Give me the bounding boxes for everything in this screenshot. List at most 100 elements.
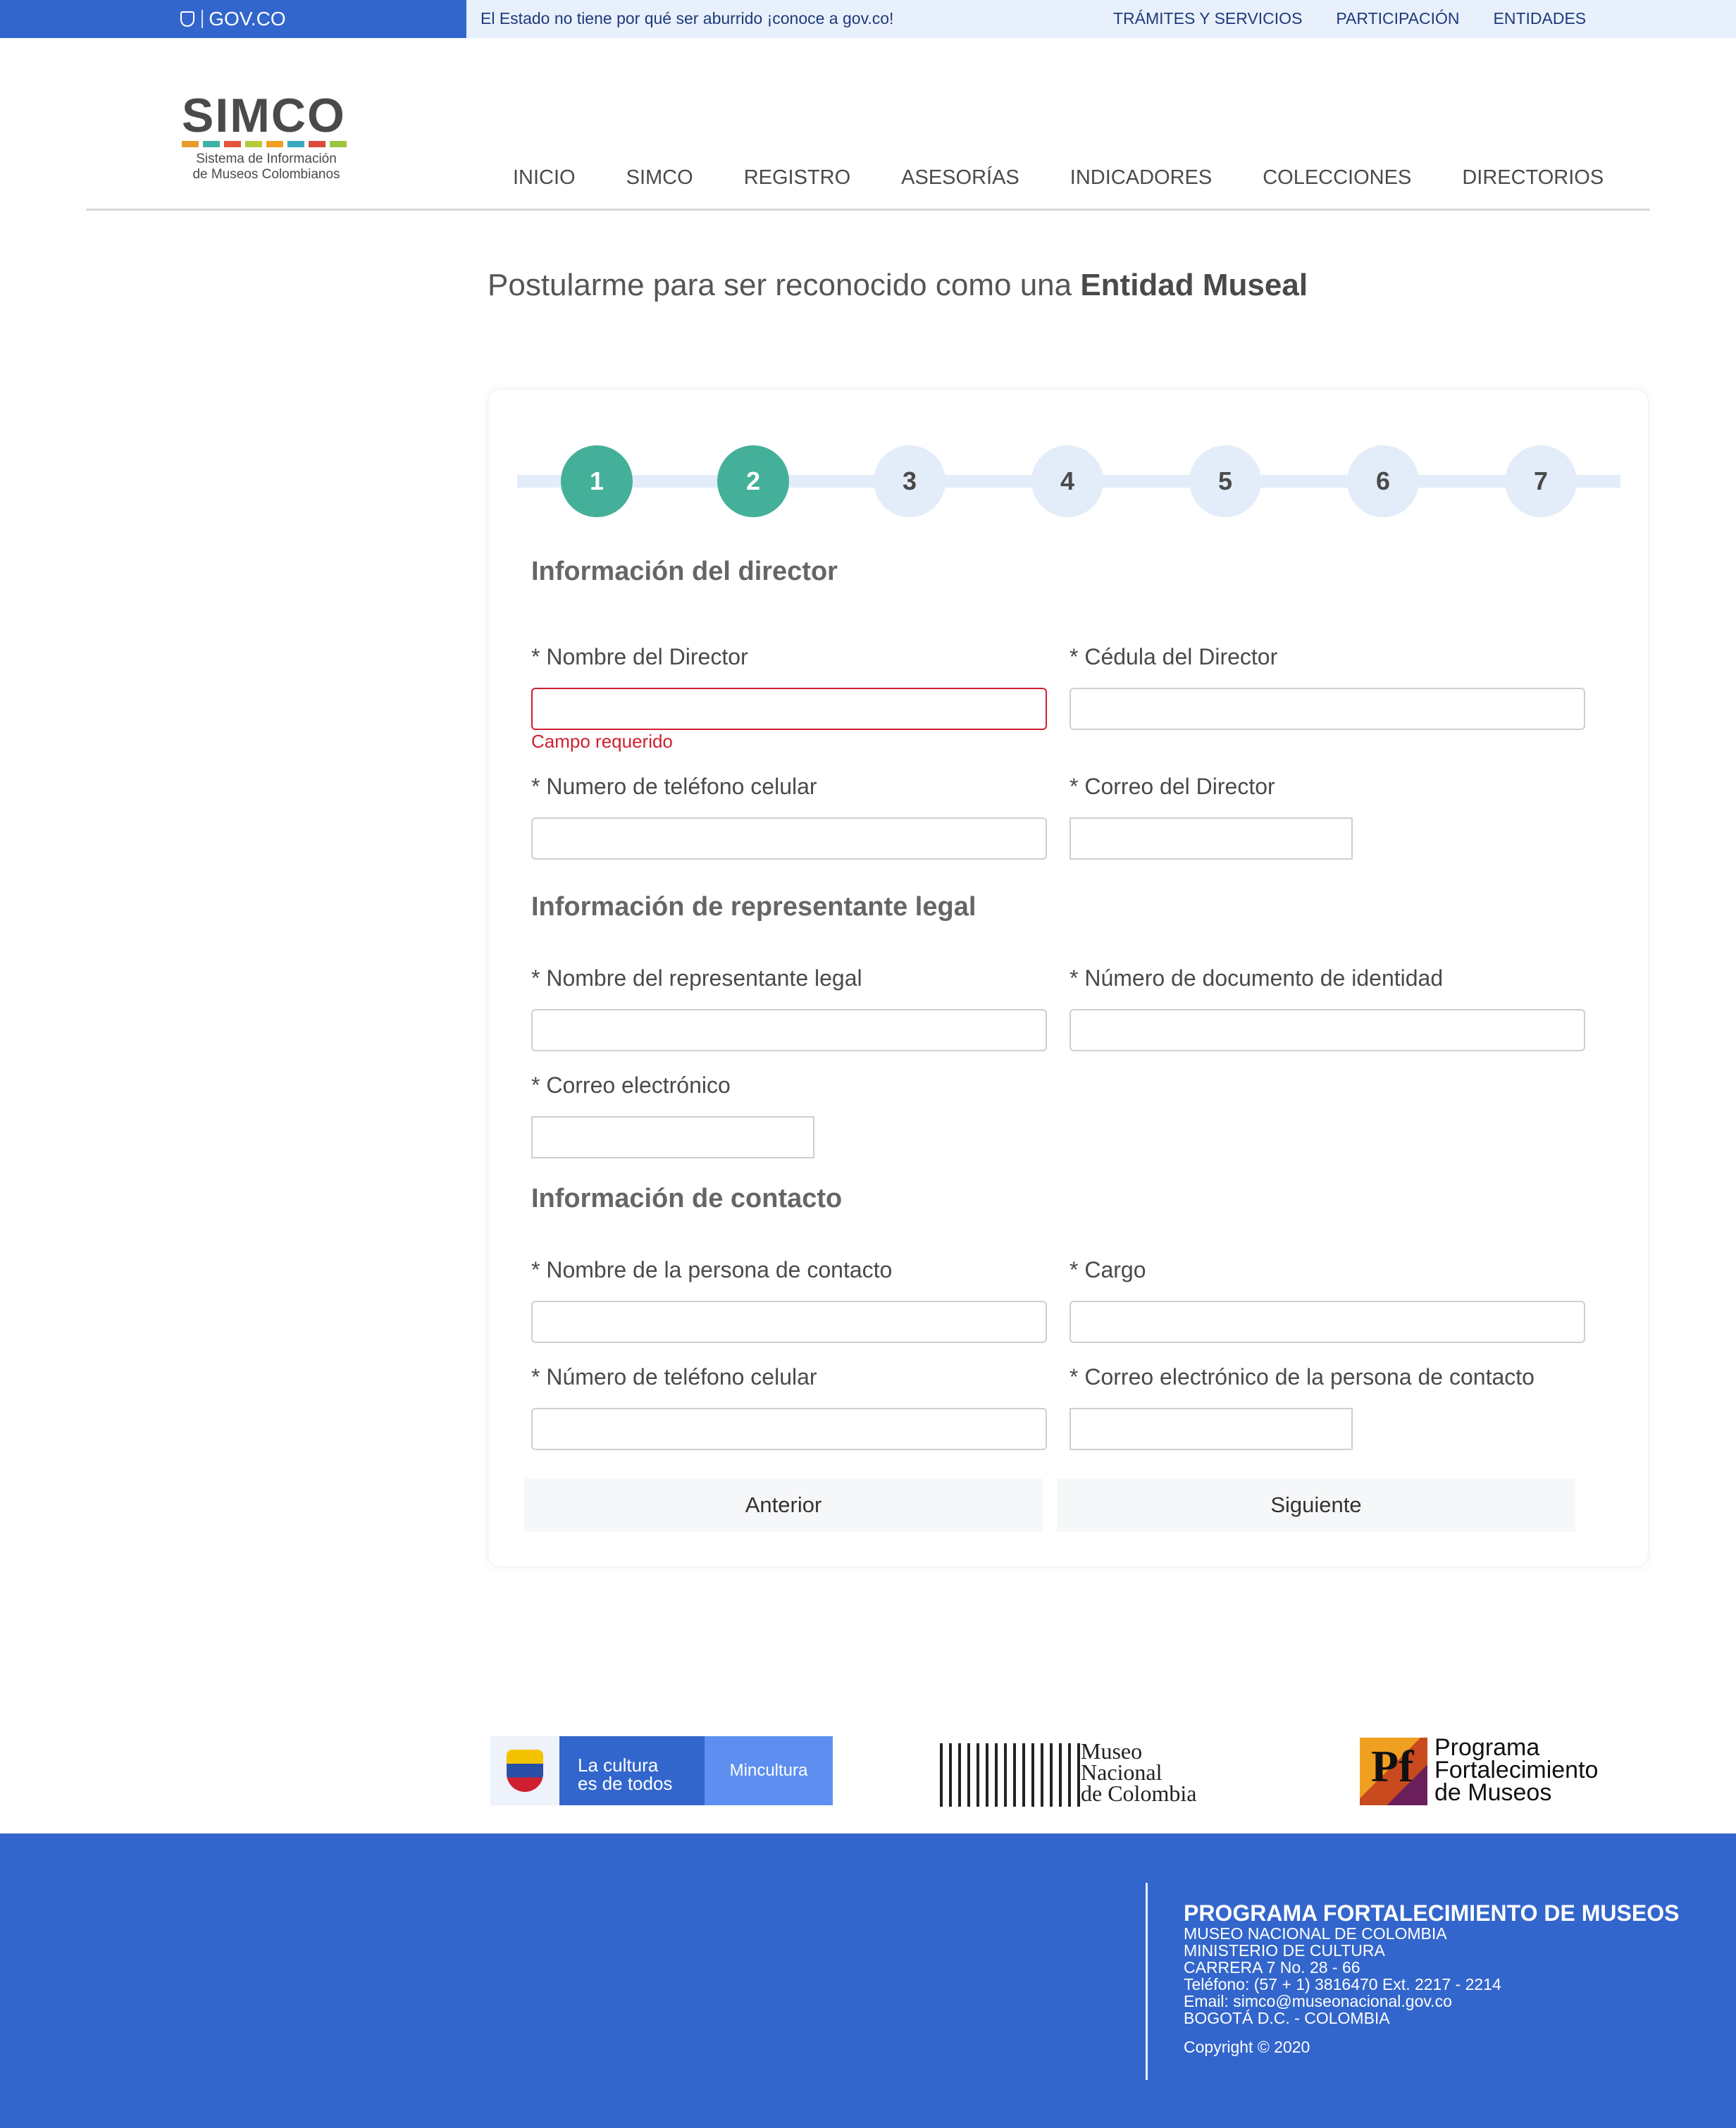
label-contact-email: * Correo electrónico de la persona de co… [1070,1364,1534,1390]
simco-logo-subtitle: Sistema de Información de Museos Colombi… [182,151,351,183]
museo-nacional-text: Museo Nacional de Colombia [1081,1738,1197,1806]
museo-nacional-stripes-icon [940,1743,1081,1807]
page-title-prefix: Postularme para ser reconocido como una [488,268,1081,302]
footer-line: MUSEO NACIONAL DE COLOMBIA [1184,1924,1447,1943]
mincultura-slogan-2: es de todos [578,1773,673,1794]
nav-asesorias[interactable]: ASESORÍAS [901,166,1019,190]
step-5[interactable]: 5 [1189,445,1261,517]
contact-name-input[interactable] [531,1301,1047,1343]
step-3[interactable]: 3 [874,445,946,517]
nav-registro[interactable]: REGISTRO [744,166,850,190]
label-contact-role: * Cargo [1070,1257,1146,1282]
label-director-email: * Correo del Director [1070,774,1275,799]
logo-bar [266,141,283,147]
footer-divider [1146,1883,1148,2080]
museo-nacional-line-2: Nacional [1081,1759,1162,1785]
simco-logo-subtitle-2: de Museos Colombianos [192,167,340,182]
nav-directorios[interactable]: DIRECTORIOS [1462,166,1604,190]
gov-co-logo[interactable]: GOV.CO [0,0,466,38]
simco-logo-word: SIMCO [182,89,346,142]
simco-logo-subtitle-1: Sistema de Información [196,151,337,166]
footer-line: Teléfono: (57 + 1) 3816470 Ext. 2217 - 2… [1184,1975,1501,1993]
label-director-name: * Nombre del Director [531,644,748,669]
logo-bar [224,141,241,147]
header-divider [86,209,1650,211]
director-name-error: Campo requerido [531,731,673,752]
simco-logo[interactable]: SIMCO Sistema de Información de Museos C… [182,92,351,183]
logo-bar [203,141,220,147]
gov-links: TRÁMITES Y SERVICIOS PARTICIPACIÓN ENTID… [1113,9,1586,28]
gov-shield-icon [180,11,195,27]
mincultura-slogan-1: La cultura [578,1755,659,1776]
step-1[interactable]: 1 [561,445,633,517]
step-7[interactable]: 7 [1505,445,1577,517]
footer-line: MINISTERIO DE CULTURA [1184,1941,1385,1960]
next-button[interactable]: Siguiente [1057,1478,1575,1532]
pf-mark-icon: Pf [1360,1738,1427,1805]
museo-nacional-line-1: Museo [1081,1738,1143,1764]
footer-copyright: Copyright © 2020 [1184,2038,1310,2056]
director-email-input[interactable] [1070,817,1353,860]
nav-colecciones[interactable]: COLECCIONES [1263,166,1411,190]
contact-role-input[interactable] [1070,1301,1585,1343]
mincultura-logo[interactable]: La cultura es de todos Mincultura [490,1736,833,1805]
pfm-line-3: de Museos [1434,1779,1552,1806]
step-6[interactable]: 6 [1347,445,1419,517]
label-director-phone: * Numero de teléfono celular [531,774,817,799]
section-title-legal: Información de representante legal [531,892,976,922]
pfm-line-1: Programa [1434,1734,1540,1761]
section-title-contact: Información de contacto [531,1184,843,1213]
colombia-coat-of-arms-icon [490,1736,559,1805]
nav-simco[interactable]: SIMCO [626,166,693,190]
previous-button[interactable]: Anterior [524,1478,1043,1532]
label-contact-name: * Nombre de la persona de contacto [531,1257,893,1282]
gov-link-tramites[interactable]: TRÁMITES Y SERVICIOS [1113,9,1302,28]
mincultura-slogan: La cultura es de todos [559,1736,705,1805]
director-id-input[interactable] [1070,688,1585,730]
footer: PROGRAMA FORTALECIMIENTO DE MUSEOS MUSEO… [0,1833,1736,2128]
director-name-input[interactable] [531,688,1047,730]
step-2[interactable]: 2 [717,445,789,517]
director-phone-input[interactable] [531,817,1047,860]
label-legal-email: * Correo electrónico [531,1072,731,1098]
label-legal-doc: * Número de documento de identidad [1070,965,1444,991]
logo-bar [182,141,199,147]
nav-inicio[interactable]: INICIO [513,166,576,190]
footer-email-link[interactable]: Email: simco@museonacional.gov.co [1184,1993,1679,2010]
gov-link-entidades[interactable]: ENTIDADES [1494,9,1587,28]
footer-line: CARRERA 7 No. 28 - 66 [1184,1958,1360,1977]
gov-brand-text: GOV.CO [209,8,286,30]
pf-mark-letters: Pf [1371,1741,1414,1791]
legal-email-input[interactable] [531,1116,814,1158]
pfm-line-2: Fortalecimiento [1434,1757,1599,1783]
logo-bar [245,141,262,147]
gov-link-participacion[interactable]: PARTICIPACIÓN [1336,9,1459,28]
step-4[interactable]: 4 [1031,445,1103,517]
footer-info: PROGRAMA FORTALECIMIENTO DE MUSEOS MUSEO… [1184,1901,1679,2057]
gov-top-bar: GOV.CO El Estado no tiene por qué ser ab… [0,0,1736,38]
nav-indicadores[interactable]: INDICADORES [1070,166,1212,190]
programa-fortalecimiento-text: Programa Fortalecimiento de Museos [1434,1734,1599,1806]
gov-separator [202,10,204,28]
museo-nacional-line-3: de Colombia [1081,1781,1197,1806]
contact-phone-input[interactable] [531,1408,1047,1450]
logo-bar [287,141,304,147]
main-nav: INICIO SIMCO REGISTRO ASESORÍAS INDICADO… [513,166,1604,190]
coat-of-arms-shape [507,1750,543,1792]
logo-bar [309,141,326,147]
section-title-director: Información del director [531,557,838,586]
legal-doc-input[interactable] [1070,1009,1585,1051]
programa-fortalecimiento-logo[interactable]: Pf Programa Fortalecimiento de Museos [1360,1735,1613,1805]
logo-bar [330,141,347,147]
contact-email-input[interactable] [1070,1408,1353,1450]
footer-line: BOGOTÁ D.C. - COLOMBIA [1184,2009,1390,2027]
gov-slogan-link[interactable]: El Estado no tiene por qué ser aburrido … [480,9,893,28]
page-title: Postularme para ser reconocido como una … [488,268,1308,303]
label-contact-phone: * Número de teléfono celular [531,1364,817,1390]
legal-name-input[interactable] [531,1009,1047,1051]
mincultura-name: Mincultura [705,1736,833,1805]
label-legal-name: * Nombre del representante legal [531,965,862,991]
page-title-bold: Entidad Museal [1080,268,1308,302]
museo-nacional-logo[interactable]: Museo Nacional de Colombia [940,1733,1208,1807]
footer-heading: PROGRAMA FORTALECIMIENTO DE MUSEOS [1184,1900,1680,1926]
